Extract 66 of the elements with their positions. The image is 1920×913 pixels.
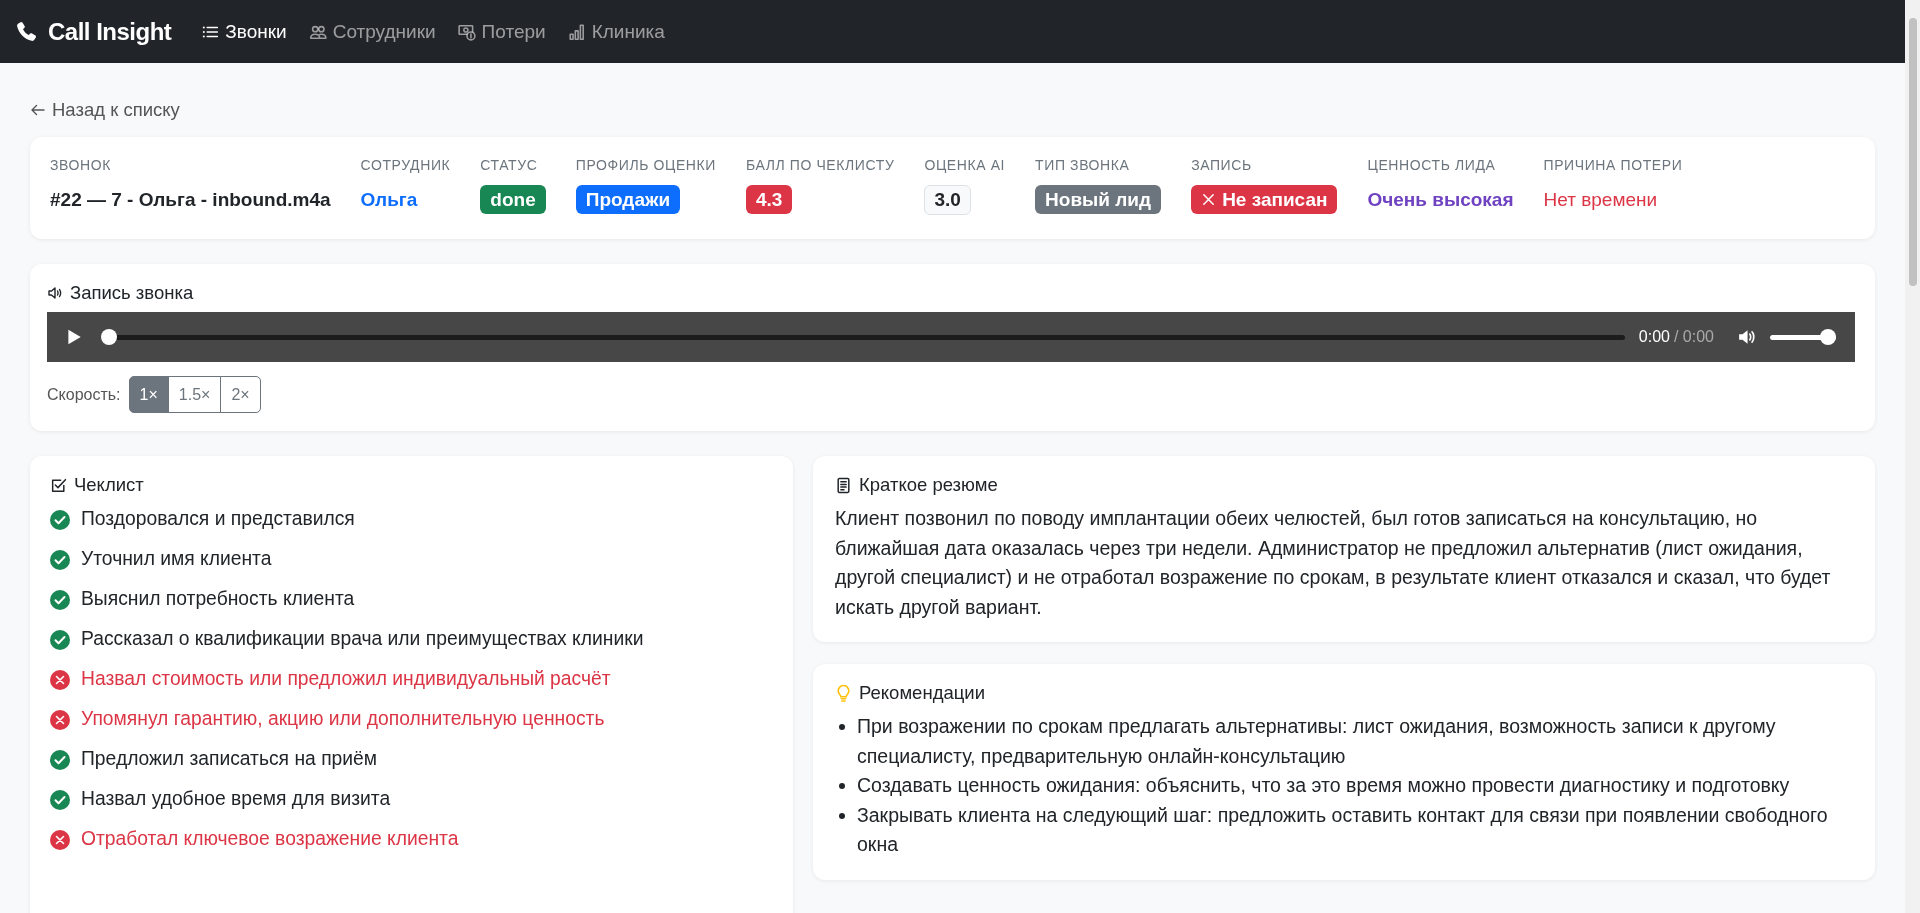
bullet-icon [839, 812, 845, 819]
card-title: Чеклист [74, 474, 144, 496]
bullet-icon [839, 783, 845, 789]
scrollbar[interactable] [1905, 0, 1920, 913]
call-name: #22 — 7 - Ольга - inbound.m4a [50, 188, 331, 212]
speed-button[interactable]: 1× [128, 376, 169, 413]
recommendation-text: Закрывать клиента на следующий шаг: предложить оставить контакт для связи при появлении свободного окна [857, 802, 1829, 857]
arrow-left-icon [30, 102, 46, 118]
nav-link[interactable]: Клиника [567, 20, 665, 43]
status-badge: done [480, 185, 546, 214]
card-title: Запись звонка [70, 282, 194, 304]
bar-chart-icon [567, 22, 586, 41]
field-value: Нет времени [1543, 188, 1658, 212]
field-label: ЗАПИСЬ [1191, 157, 1253, 173]
checklist-item: Уточнил имя клиента [81, 547, 272, 571]
checklist-item: Поздоровался и представился [81, 507, 355, 531]
field-label: СТАТУС [480, 157, 539, 173]
volume-slider[interactable] [1770, 329, 1836, 345]
volume-icon[interactable] [1738, 328, 1756, 346]
field-label: ОЦЕНКА AI [924, 157, 1006, 173]
checkbox-icon [50, 476, 67, 494]
card-title: Краткое резюме [859, 474, 998, 496]
phone-icon [14, 19, 38, 44]
speed-button[interactable]: 2× [220, 376, 261, 413]
progress-slider[interactable] [101, 329, 1625, 345]
field-label: ПРОФИЛЬ ОЦЕНКИ [575, 157, 716, 173]
checklist-item: Отработал ключевое возражение клиента [81, 827, 459, 851]
lightbulb-icon [835, 684, 852, 702]
checklist-item: Назвал стоимость или предложил индивидуальный расчёт [81, 667, 611, 691]
recommendation-text: Создавать ценность ожидания: объяснить, что за это время можно провести диагностику и подготовку [857, 773, 1790, 798]
field-label: ЗВОНОК [50, 157, 112, 173]
employee-link[interactable]: Ольга [360, 185, 418, 215]
summary-text: Клиент позвонил по поводу имплантации обеих челюстей, был готов записаться на консультацию, но ближайшая дата оказалась через три недели. Администратор не предложил альтернатив (лист ожидания, другой специалист) и не отработал возражение по срокам, в результате клиент отказался и сказал, что будет искать другой вариант. [835, 506, 1832, 620]
speed-label: Скорость: [47, 385, 121, 404]
recommendation-text: При возражении по срокам предлагать альтернативы: лист ожидания, возможность записи к другому специалисту, предварительную онлайн-консультацию [857, 714, 1777, 769]
field-label: ПРИЧИНА ПОТЕРИ [1543, 157, 1683, 173]
field-value: Очень высокая [1367, 188, 1514, 212]
checklist-item: Назвал удобное время для визита [81, 787, 391, 811]
back-link[interactable]: Назад к списку [30, 99, 180, 121]
status-badge: Новый лид [1035, 185, 1162, 214]
x-icon [1201, 192, 1217, 207]
nav-link[interactable]: Потери [457, 20, 546, 43]
checklist-item: Предложил записаться на приём [81, 747, 378, 771]
field-label: СОТРУДНИК [360, 157, 451, 173]
speed-button[interactable]: 1.5× [167, 376, 222, 413]
current-time: 0:00 [1638, 328, 1670, 346]
speaker-icon [47, 285, 63, 301]
checklist-item: Рассказал о квалификации врача или преимуществах клиники [81, 627, 644, 651]
field-label: ЦЕННОСТЬ ЛИДА [1367, 157, 1497, 173]
status-badge: 4.3 [746, 185, 793, 214]
field-label: БАЛЛ ПО ЧЕКЛИСТУ [746, 157, 895, 173]
cash-coin-icon [457, 22, 476, 41]
nav-link[interactable]: Сотрудники [308, 20, 436, 43]
card-title: Рекомендации [859, 682, 985, 704]
play-icon[interactable] [65, 328, 83, 346]
status-badge: Продажи [575, 185, 681, 214]
status-badge: Не записан [1191, 185, 1338, 214]
checklist-item: Упомянул гарантию, акцию или дополнительную ценность [81, 707, 605, 731]
document-icon [835, 476, 852, 494]
nav-link[interactable]: Звонки [201, 20, 287, 43]
score-badge: 3.0 [924, 185, 971, 215]
app-title: Call Insight [48, 17, 172, 46]
total-time: / 0:00 [1673, 328, 1714, 346]
checklist-item: Выяснил потребность клиента [81, 587, 355, 611]
field-label: ТИП ЗВОНКА [1035, 157, 1131, 173]
bullet-icon [839, 724, 845, 730]
